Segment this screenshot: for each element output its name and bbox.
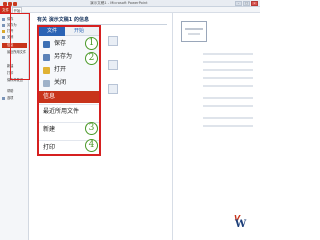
title-bar: 演示文稿1 - Microsoft PowerPoint – □ × bbox=[0, 0, 260, 7]
property-row bbox=[181, 67, 257, 72]
slide-thumbnail bbox=[181, 21, 207, 42]
property-row bbox=[181, 95, 257, 100]
save-icon bbox=[43, 40, 50, 48]
minimize-button[interactable]: – bbox=[235, 1, 242, 6]
save-as-icon bbox=[2, 24, 5, 27]
powerpoint-backstage-window: 演示文稿1 - Microsoft PowerPoint – □ × 文件 开始… bbox=[0, 0, 260, 240]
menu-item-help[interactable]: 帮助 bbox=[2, 89, 27, 94]
callout-item-close[interactable]: 关闭 bbox=[43, 77, 97, 89]
undo-icon[interactable] bbox=[13, 1, 17, 6]
close-doc-icon bbox=[43, 79, 50, 87]
callout-item-info[interactable]: 信息 bbox=[39, 91, 99, 103]
property-row bbox=[181, 115, 257, 120]
quick-access-toolbar bbox=[3, 1, 19, 6]
document-properties-panel bbox=[172, 13, 260, 240]
watermark-logo: V W bbox=[232, 214, 256, 238]
property-row bbox=[181, 51, 257, 56]
options-icon bbox=[2, 97, 5, 100]
callout-tab-home[interactable]: 开始 bbox=[67, 27, 91, 36]
versions-icon[interactable] bbox=[108, 84, 118, 94]
window-title: 演示文稿1 - Microsoft PowerPoint bbox=[90, 1, 148, 5]
menu-item-options[interactable]: 选项 bbox=[2, 96, 27, 101]
prepare-share-icon[interactable] bbox=[108, 60, 118, 70]
slide-title-placeholder bbox=[185, 28, 203, 30]
property-row bbox=[181, 59, 257, 64]
save-as-icon bbox=[43, 53, 50, 61]
step-number-3-badge: 3 bbox=[85, 122, 98, 135]
step-number-4-badge: 4 bbox=[85, 139, 98, 152]
logo-w-mark: W bbox=[235, 219, 247, 230]
close-doc-icon bbox=[2, 36, 5, 39]
file-menu-callout: 文件 开始 保存 另存为 打开 关闭 信息 最近所用文件 新建 打印 1 2 3… bbox=[37, 25, 101, 156]
save-icon bbox=[2, 18, 5, 21]
maximize-button[interactable]: □ bbox=[243, 1, 250, 6]
info-heading: 有关 演示文稿1 的信息 bbox=[37, 17, 89, 23]
permissions-icon[interactable] bbox=[108, 36, 118, 46]
close-window-button[interactable]: × bbox=[251, 1, 258, 6]
open-icon bbox=[2, 30, 5, 33]
app-icon bbox=[3, 1, 7, 6]
window-controls: – □ × bbox=[235, 1, 258, 6]
highlight-box-left-menu bbox=[10, 13, 30, 80]
slide-subtitle-placeholder bbox=[188, 33, 200, 35]
property-row bbox=[181, 75, 257, 80]
step-number-1-badge: 1 bbox=[85, 37, 98, 50]
property-row bbox=[181, 83, 257, 88]
save-quick-icon[interactable] bbox=[8, 1, 12, 6]
callout-item-recent[interactable]: 最近所用文件 bbox=[39, 104, 99, 117]
callout-item-open[interactable]: 打开 bbox=[43, 64, 97, 76]
open-folder-icon bbox=[43, 66, 50, 74]
callout-tab-file[interactable]: 文件 bbox=[39, 27, 65, 36]
step-number-2-badge: 2 bbox=[85, 52, 98, 65]
property-row bbox=[181, 103, 257, 108]
callout-tab-row: 文件 开始 bbox=[39, 27, 99, 36]
property-row bbox=[181, 123, 257, 128]
